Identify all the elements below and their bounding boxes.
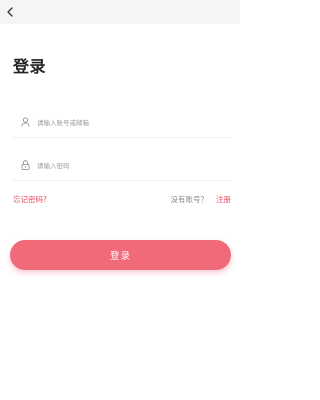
account-input[interactable]: [37, 114, 217, 132]
no-account-text: 没有账号？: [170, 195, 209, 204]
account-field: [13, 108, 231, 138]
login-button[interactable]: 登录: [10, 240, 231, 270]
lock-icon: [21, 160, 30, 170]
register-row: 没有账号？ 注册: [171, 194, 232, 205]
login-page: 登录 忘记密码? 没有账号？ 注册 登录: [0, 0, 240, 400]
user-icon: [21, 117, 30, 127]
password-field: [13, 151, 231, 181]
forgot-password-link[interactable]: 忘记密码?: [13, 194, 47, 205]
register-link[interactable]: 注册: [216, 194, 231, 205]
top-bar: [0, 0, 240, 24]
page-title: 登录: [13, 57, 47, 76]
chevron-left-icon: [7, 7, 13, 17]
password-input[interactable]: [37, 157, 217, 175]
back-button[interactable]: [4, 6, 16, 18]
